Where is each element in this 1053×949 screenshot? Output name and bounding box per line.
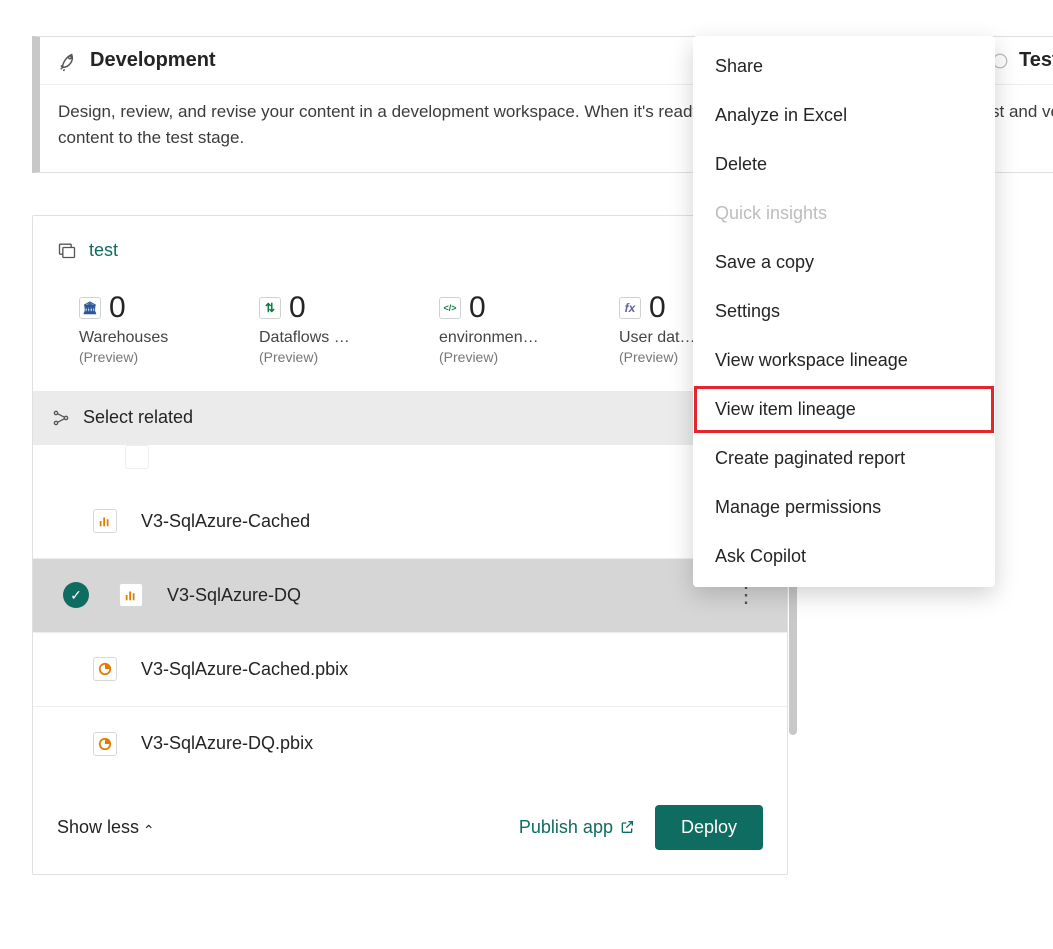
rocket-icon bbox=[58, 50, 80, 72]
stat-count: 0 bbox=[109, 291, 126, 325]
select-related-label[interactable]: Select related bbox=[83, 407, 193, 428]
workspace-footer: Show less Publish app Deploy bbox=[33, 781, 787, 874]
stat-label: environmen… bbox=[439, 329, 559, 347]
context-menu: Share Analyze in Excel Delete Quick insi… bbox=[693, 36, 995, 587]
publish-label: Publish app bbox=[519, 817, 613, 838]
stat-count: 0 bbox=[649, 291, 666, 325]
stage-title-test: Test bbox=[1019, 49, 1053, 72]
pbix-icon bbox=[93, 732, 117, 756]
stat-warehouses: 🏛 0 Warehouses (Preview) bbox=[79, 291, 199, 365]
external-link-icon bbox=[619, 819, 635, 835]
workspace-header: test bbox=[33, 216, 787, 261]
list-item[interactable]: V3-SqlAzure-Cached bbox=[33, 485, 787, 559]
item-list: V3-SqlAzure-Cached ✓ V3-SqlAzure-DQ ⋮ V3… bbox=[33, 445, 787, 781]
report-icon bbox=[93, 509, 117, 533]
stat-dataflows: ⇅ 0 Dataflows … (Preview) bbox=[259, 291, 379, 365]
menu-item-settings[interactable]: Settings bbox=[693, 287, 995, 336]
select-related-bar: Select related ✕ 1 s bbox=[33, 391, 787, 445]
list-item[interactable]: V3-SqlAzure-DQ.pbix bbox=[33, 707, 787, 781]
menu-item-analyze-excel[interactable]: Analyze in Excel bbox=[693, 91, 995, 140]
menu-item-quick-insights: Quick insights bbox=[693, 189, 995, 238]
warehouse-icon: 🏛 bbox=[79, 297, 101, 319]
select-related-icon bbox=[51, 408, 71, 428]
menu-item-share[interactable]: Share bbox=[693, 42, 995, 91]
deploy-button[interactable]: Deploy bbox=[655, 805, 763, 850]
stat-preview: (Preview) bbox=[79, 349, 199, 365]
menu-item-delete[interactable]: Delete bbox=[693, 140, 995, 189]
report-icon bbox=[119, 583, 143, 607]
environment-icon: </> bbox=[439, 297, 461, 319]
stat-preview: (Preview) bbox=[259, 349, 379, 365]
menu-item-view-item-lineage[interactable]: View item lineage bbox=[693, 385, 995, 434]
workspace-icon bbox=[57, 240, 77, 260]
workspace-card-dev: test 🏛 0 Warehouses (Preview) ⇅ 0 Datafl… bbox=[32, 215, 788, 875]
stat-count: 0 bbox=[469, 291, 486, 325]
menu-item-manage-permissions[interactable]: Manage permissions bbox=[693, 483, 995, 532]
stat-environments: </> 0 environmen… (Preview) bbox=[439, 291, 559, 365]
item-name: V3-SqlAzure-Cached.pbix bbox=[141, 659, 348, 680]
menu-item-create-paginated-report[interactable]: Create paginated report bbox=[693, 434, 995, 483]
list-item[interactable]: V3-SqlAzure-Cached.pbix bbox=[33, 633, 787, 707]
publish-app-link[interactable]: Publish app bbox=[519, 817, 635, 838]
scrollbar-thumb[interactable] bbox=[789, 565, 797, 735]
stat-label: Dataflows … bbox=[259, 329, 379, 347]
report-icon bbox=[125, 445, 149, 469]
check-icon[interactable]: ✓ bbox=[63, 582, 89, 608]
stat-label: Warehouses bbox=[79, 329, 199, 347]
show-less-toggle[interactable]: Show less bbox=[57, 817, 155, 838]
menu-item-save-copy[interactable]: Save a copy bbox=[693, 238, 995, 287]
list-item[interactable]: ✓ V3-SqlAzure-DQ ⋮ bbox=[33, 559, 787, 633]
menu-item-ask-copilot[interactable]: Ask Copilot bbox=[693, 532, 995, 581]
workspace-stats: 🏛 0 Warehouses (Preview) ⇅ 0 Dataflows …… bbox=[33, 261, 787, 391]
stat-preview: (Preview) bbox=[439, 349, 559, 365]
pbix-icon bbox=[93, 657, 117, 681]
dataflow-icon: ⇅ bbox=[259, 297, 281, 319]
list-item-partial bbox=[33, 445, 787, 485]
userdata-icon: fx bbox=[619, 297, 641, 319]
item-name: V3-SqlAzure-Cached bbox=[141, 511, 310, 532]
stat-count: 0 bbox=[289, 291, 306, 325]
item-name: V3-SqlAzure-DQ.pbix bbox=[141, 733, 313, 754]
stage-title-dev: Development bbox=[90, 49, 216, 72]
menu-item-view-workspace-lineage[interactable]: View workspace lineage bbox=[693, 336, 995, 385]
workspace-name[interactable]: test bbox=[89, 240, 118, 261]
item-name: V3-SqlAzure-DQ bbox=[167, 585, 301, 606]
